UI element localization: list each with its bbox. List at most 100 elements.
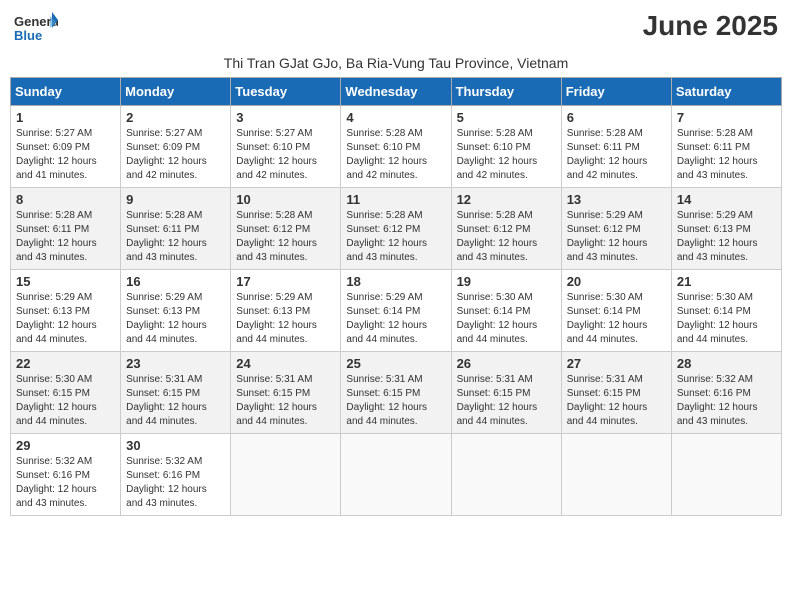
day-number: 11	[346, 192, 445, 207]
table-row: 29 Sunrise: 5:32 AMSunset: 6:16 PMDaylig…	[11, 434, 121, 516]
logo: General Blue	[14, 10, 58, 51]
table-row	[231, 434, 341, 516]
day-info: Sunrise: 5:29 AMSunset: 6:13 PMDaylight:…	[677, 210, 758, 263]
table-row: 8 Sunrise: 5:28 AMSunset: 6:11 PMDayligh…	[11, 188, 121, 270]
day-info: Sunrise: 5:30 AMSunset: 6:14 PMDaylight:…	[457, 292, 538, 345]
day-info: Sunrise: 5:28 AMSunset: 6:10 PMDaylight:…	[457, 128, 538, 181]
day-number: 13	[567, 192, 666, 207]
table-row: 24 Sunrise: 5:31 AMSunset: 6:15 PMDaylig…	[231, 352, 341, 434]
calendar-week-row: 8 Sunrise: 5:28 AMSunset: 6:11 PMDayligh…	[11, 188, 782, 270]
table-row: 27 Sunrise: 5:31 AMSunset: 6:15 PMDaylig…	[561, 352, 671, 434]
day-info: Sunrise: 5:32 AMSunset: 6:16 PMDaylight:…	[677, 374, 758, 427]
day-info: Sunrise: 5:31 AMSunset: 6:15 PMDaylight:…	[236, 374, 317, 427]
day-number: 30	[126, 438, 225, 453]
day-number: 10	[236, 192, 335, 207]
subtitle: Thi Tran GJat GJo, Ba Ria-Vung Tau Provi…	[10, 55, 782, 71]
table-row: 13 Sunrise: 5:29 AMSunset: 6:12 PMDaylig…	[561, 188, 671, 270]
day-info: Sunrise: 5:29 AMSunset: 6:13 PMDaylight:…	[236, 292, 317, 345]
col-monday: Monday	[121, 78, 231, 106]
table-row: 17 Sunrise: 5:29 AMSunset: 6:13 PMDaylig…	[231, 270, 341, 352]
header-row: Sunday Monday Tuesday Wednesday Thursday…	[11, 78, 782, 106]
day-info: Sunrise: 5:27 AMSunset: 6:09 PMDaylight:…	[16, 128, 97, 181]
day-number: 20	[567, 274, 666, 289]
table-row: 15 Sunrise: 5:29 AMSunset: 6:13 PMDaylig…	[11, 270, 121, 352]
table-row: 21 Sunrise: 5:30 AMSunset: 6:14 PMDaylig…	[671, 270, 781, 352]
col-wednesday: Wednesday	[341, 78, 451, 106]
table-row: 9 Sunrise: 5:28 AMSunset: 6:11 PMDayligh…	[121, 188, 231, 270]
table-row: 11 Sunrise: 5:28 AMSunset: 6:12 PMDaylig…	[341, 188, 451, 270]
day-info: Sunrise: 5:32 AMSunset: 6:16 PMDaylight:…	[126, 456, 207, 509]
day-info: Sunrise: 5:30 AMSunset: 6:15 PMDaylight:…	[16, 374, 97, 427]
day-info: Sunrise: 5:31 AMSunset: 6:15 PMDaylight:…	[457, 374, 538, 427]
day-number: 27	[567, 356, 666, 371]
day-info: Sunrise: 5:28 AMSunset: 6:11 PMDaylight:…	[126, 210, 207, 263]
col-sunday: Sunday	[11, 78, 121, 106]
day-info: Sunrise: 5:27 AMSunset: 6:10 PMDaylight:…	[236, 128, 317, 181]
table-row: 14 Sunrise: 5:29 AMSunset: 6:13 PMDaylig…	[671, 188, 781, 270]
table-row: 19 Sunrise: 5:30 AMSunset: 6:14 PMDaylig…	[451, 270, 561, 352]
table-row: 6 Sunrise: 5:28 AMSunset: 6:11 PMDayligh…	[561, 106, 671, 188]
day-info: Sunrise: 5:28 AMSunset: 6:11 PMDaylight:…	[16, 210, 97, 263]
calendar-week-row: 22 Sunrise: 5:30 AMSunset: 6:15 PMDaylig…	[11, 352, 782, 434]
table-row: 28 Sunrise: 5:32 AMSunset: 6:16 PMDaylig…	[671, 352, 781, 434]
table-row: 12 Sunrise: 5:28 AMSunset: 6:12 PMDaylig…	[451, 188, 561, 270]
day-info: Sunrise: 5:27 AMSunset: 6:09 PMDaylight:…	[126, 128, 207, 181]
table-row	[341, 434, 451, 516]
svg-text:Blue: Blue	[14, 28, 42, 43]
day-info: Sunrise: 5:31 AMSunset: 6:15 PMDaylight:…	[126, 374, 207, 427]
day-number: 5	[457, 110, 556, 125]
table-row	[451, 434, 561, 516]
day-number: 8	[16, 192, 115, 207]
table-row: 25 Sunrise: 5:31 AMSunset: 6:15 PMDaylig…	[341, 352, 451, 434]
day-info: Sunrise: 5:31 AMSunset: 6:15 PMDaylight:…	[567, 374, 648, 427]
col-saturday: Saturday	[671, 78, 781, 106]
day-number: 16	[126, 274, 225, 289]
col-tuesday: Tuesday	[231, 78, 341, 106]
day-number: 2	[126, 110, 225, 125]
table-row: 30 Sunrise: 5:32 AMSunset: 6:16 PMDaylig…	[121, 434, 231, 516]
day-number: 12	[457, 192, 556, 207]
col-friday: Friday	[561, 78, 671, 106]
day-info: Sunrise: 5:32 AMSunset: 6:16 PMDaylight:…	[16, 456, 97, 509]
day-number: 6	[567, 110, 666, 125]
day-info: Sunrise: 5:29 AMSunset: 6:12 PMDaylight:…	[567, 210, 648, 263]
title-area: June 2025	[643, 10, 778, 42]
main-title: June 2025	[643, 10, 778, 42]
day-number: 22	[16, 356, 115, 371]
calendar-week-row: 15 Sunrise: 5:29 AMSunset: 6:13 PMDaylig…	[11, 270, 782, 352]
day-info: Sunrise: 5:28 AMSunset: 6:12 PMDaylight:…	[346, 210, 427, 263]
table-row: 3 Sunrise: 5:27 AMSunset: 6:10 PMDayligh…	[231, 106, 341, 188]
day-number: 18	[346, 274, 445, 289]
table-row: 26 Sunrise: 5:31 AMSunset: 6:15 PMDaylig…	[451, 352, 561, 434]
table-row: 23 Sunrise: 5:31 AMSunset: 6:15 PMDaylig…	[121, 352, 231, 434]
day-number: 17	[236, 274, 335, 289]
day-number: 19	[457, 274, 556, 289]
day-number: 26	[457, 356, 556, 371]
day-number: 7	[677, 110, 776, 125]
day-number: 3	[236, 110, 335, 125]
header: General Blue June 2025	[10, 10, 782, 51]
calendar-week-row: 29 Sunrise: 5:32 AMSunset: 6:16 PMDaylig…	[11, 434, 782, 516]
day-number: 15	[16, 274, 115, 289]
calendar-table: Sunday Monday Tuesday Wednesday Thursday…	[10, 77, 782, 516]
day-info: Sunrise: 5:31 AMSunset: 6:15 PMDaylight:…	[346, 374, 427, 427]
table-row: 16 Sunrise: 5:29 AMSunset: 6:13 PMDaylig…	[121, 270, 231, 352]
table-row: 1 Sunrise: 5:27 AMSunset: 6:09 PMDayligh…	[11, 106, 121, 188]
day-info: Sunrise: 5:28 AMSunset: 6:10 PMDaylight:…	[346, 128, 427, 181]
table-row: 20 Sunrise: 5:30 AMSunset: 6:14 PMDaylig…	[561, 270, 671, 352]
day-number: 25	[346, 356, 445, 371]
table-row	[561, 434, 671, 516]
table-row: 4 Sunrise: 5:28 AMSunset: 6:10 PMDayligh…	[341, 106, 451, 188]
col-thursday: Thursday	[451, 78, 561, 106]
table-row: 2 Sunrise: 5:27 AMSunset: 6:09 PMDayligh…	[121, 106, 231, 188]
table-row: 5 Sunrise: 5:28 AMSunset: 6:10 PMDayligh…	[451, 106, 561, 188]
day-number: 23	[126, 356, 225, 371]
day-number: 21	[677, 274, 776, 289]
table-row: 18 Sunrise: 5:29 AMSunset: 6:14 PMDaylig…	[341, 270, 451, 352]
day-info: Sunrise: 5:29 AMSunset: 6:13 PMDaylight:…	[16, 292, 97, 345]
day-info: Sunrise: 5:28 AMSunset: 6:12 PMDaylight:…	[457, 210, 538, 263]
table-row: 10 Sunrise: 5:28 AMSunset: 6:12 PMDaylig…	[231, 188, 341, 270]
table-row	[671, 434, 781, 516]
day-info: Sunrise: 5:28 AMSunset: 6:12 PMDaylight:…	[236, 210, 317, 263]
table-row: 7 Sunrise: 5:28 AMSunset: 6:11 PMDayligh…	[671, 106, 781, 188]
